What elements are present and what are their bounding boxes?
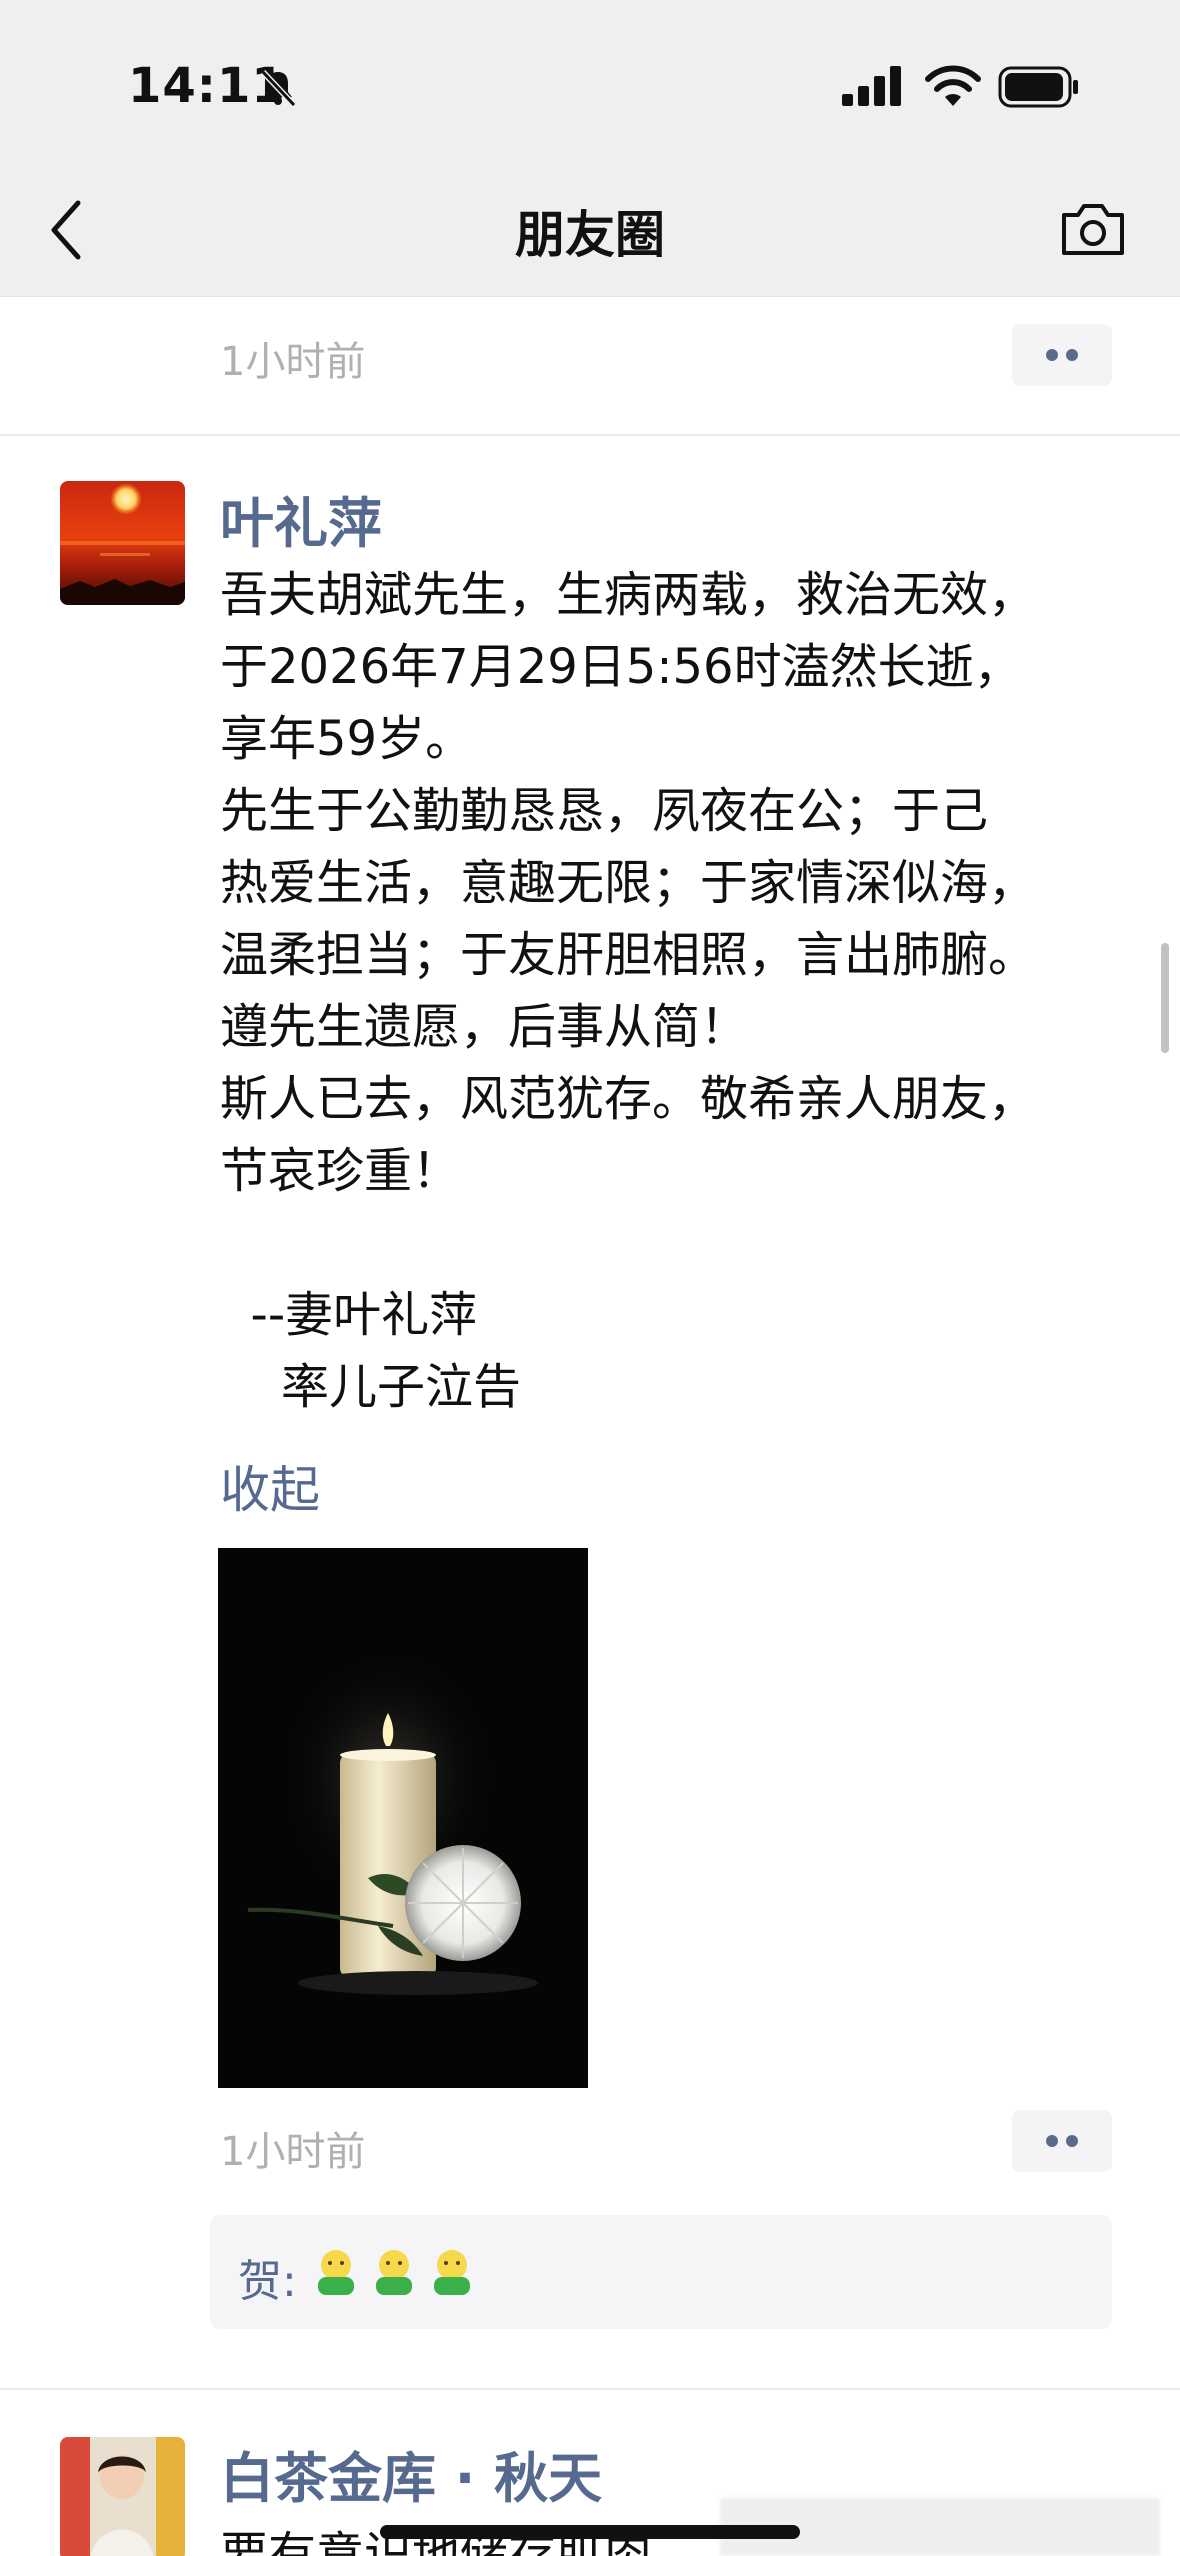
wifi-icon [925, 65, 981, 106]
home-indicator[interactable] [380, 2525, 800, 2539]
post-line: 热爱生活，意趣无限；于家情深似海， [220, 855, 1037, 911]
comment-author[interactable]: 贺: [238, 2245, 297, 2309]
post-time: 1小时前 [220, 2129, 366, 2175]
post-line: 斯人已去，风范犹存。敬希亲人朋友， [220, 1071, 1037, 1127]
post-line [220, 1207, 1120, 1279]
page-title: 朋友圈 [515, 206, 665, 264]
fist-emoji-icon [434, 2250, 470, 2295]
more-dots-icon[interactable] [1012, 324, 1112, 386]
post-text: 吾夫胡斌先生，生病两载，救治无效， 于2026年7月29日5:56时溘然长逝， … [220, 559, 1120, 1423]
status-bar: 14:11 [0, 0, 1180, 175]
comment-box[interactable]: 贺: [210, 2215, 1112, 2329]
fist-emoji-icon [318, 2250, 354, 2295]
post-divider [0, 434, 1180, 436]
post-line: 温柔担当；于友肝胆相照，言出肺腑。 [220, 927, 1037, 983]
post-line: 节哀珍重！ [220, 1143, 461, 1199]
scrollbar[interactable] [1161, 943, 1169, 1053]
top-bar: 14:11 朋友圈 [0, 0, 1180, 297]
collapse-link[interactable]: 收起 [220, 1450, 320, 1522]
post-author[interactable]: 叶礼萍 [220, 479, 382, 558]
avatar[interactable] [60, 2437, 185, 2556]
moments-feed: 1小时前 叶礼萍 吾夫胡斌先生，生病两载，救治无效， 于2026年7月29日5:… [0, 297, 1180, 2556]
prev-post-time: 1小时前 [220, 339, 366, 385]
nav-bar: 朋友圈 [0, 175, 1180, 296]
fist-emoji-icon [376, 2250, 412, 2295]
cellular-signal-icon [842, 66, 901, 106]
post-image[interactable] [218, 1548, 588, 2088]
post-line: --妻叶礼萍 [220, 1287, 478, 1343]
avatar[interactable] [60, 481, 185, 605]
more-dots-icon[interactable] [1012, 2110, 1112, 2172]
post-line: 享年59岁。 [220, 711, 474, 767]
bell-off-icon [260, 69, 297, 108]
post-line: 于2026年7月29日5:56时溘然长逝， [220, 639, 1022, 695]
post-line: 遵先生遗愿，后事从简！ [220, 999, 749, 1055]
battery-icon [998, 66, 1078, 108]
moments-screen: 14:11 朋友圈 1小时前 叶礼萍 吾夫胡斌先生，生病两载，救治无效， 于20… [0, 0, 1180, 2556]
post-divider [0, 2388, 1180, 2390]
post-line: 吾夫胡斌先生，生病两载，救治无效， [220, 567, 1037, 623]
post-line: 先生于公勤勤恳恳，夙夜在公；于己 [220, 783, 989, 839]
camera-icon[interactable] [1060, 201, 1126, 257]
post-author[interactable]: 白茶金库 · 秋天 [220, 2434, 602, 2513]
post-line: 率儿子泣告 [220, 1359, 522, 1415]
